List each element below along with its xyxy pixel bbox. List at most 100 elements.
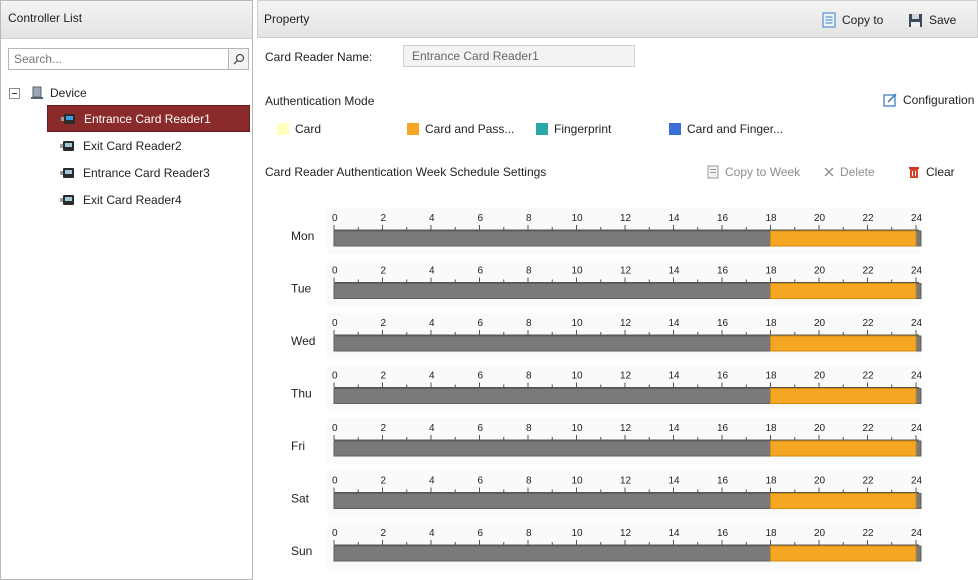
tree-item-label: Exit Card Reader2 [83,138,182,153]
tick-label: 2 [381,476,387,487]
legend-card[interactable]: Card [277,119,321,139]
tick-label: 10 [572,476,584,487]
schedule-row-thu[interactable]: Thu0 2 4 6 8 10 12 14 16 18 20 22 24 [291,365,923,412]
tick-label: 20 [814,476,826,487]
search-input[interactable] [8,48,229,70]
schedule-segment[interactable] [770,440,917,457]
tick-label: 12 [620,476,632,487]
tick-label: 22 [863,318,875,329]
legend-swatch [277,123,289,135]
tree-item-label: Entrance Card Reader3 [83,165,210,180]
edit-icon [883,93,897,107]
card-reader-icon [60,194,74,205]
tick-label: 10 [572,371,584,382]
tick-label: 0 [332,476,338,487]
copy-to-label: Copy to [842,13,884,27]
tick-label: 12 [620,213,632,224]
tree-item-exit-card-reader2[interactable]: Exit Card Reader2 [1,132,252,159]
tick-label: 18 [766,476,778,487]
schedule-segment[interactable] [770,545,917,562]
configuration-button[interactable]: Configuration [883,89,974,111]
tree-root-device[interactable]: Device [1,81,252,105]
day-label: Sat [291,492,310,506]
tick-label: 4 [429,371,435,382]
delete-button[interactable]: Delete [824,162,875,182]
tree-item-entrance-card-reader1[interactable]: Entrance Card Reader1 [47,105,250,132]
tick-label: 16 [717,528,729,539]
tick-label: 8 [526,266,532,277]
legend-card-and-password[interactable]: Card and Pass... [407,119,514,139]
legend-fingerprint[interactable]: Fingerprint [536,119,611,139]
schedule-row-wed[interactable]: Wed0 2 4 6 8 10 12 14 16 18 20 22 24 [291,313,923,359]
tick-label: 16 [717,371,729,382]
tick-label: 12 [620,423,632,434]
tick-label: 6 [478,528,484,539]
tree-root-label: Device [50,86,87,100]
schedule-segment[interactable] [770,388,917,404]
day-label: Sun [291,544,312,558]
card-reader-icon [61,113,75,124]
tick-label: 18 [766,213,778,224]
week-schedule[interactable]: Mon0 2 4 6 8 10 12 14 16 18 20 22 24Tue0 2 4 6 8 10 12 14 16… [257,205,957,575]
clear-label: Clear [926,165,955,179]
day-label: Mon [291,229,314,243]
card-reader-name-field[interactable]: Entrance Card Reader1 [403,45,635,67]
schedule-row-sat[interactable]: Sat0 2 4 6 8 10 12 14 16 18 20 22 24 [291,470,923,517]
tick-label: 16 [717,318,729,329]
schedule-row-mon[interactable]: Mon0 2 4 6 8 10 12 14 16 18 20 22 24 [291,208,923,254]
tick-label: 20 [814,213,826,224]
tick-label: 4 [429,213,435,224]
collapse-toggle[interactable] [9,87,20,99]
tick-label: 12 [620,318,632,329]
device-icon [31,86,43,99]
legend-card-and-fingerprint[interactable]: Card and Finger... [669,119,783,139]
save-button[interactable]: Save [908,10,956,30]
tick-label: 24 [911,266,923,277]
tick-label: 12 [620,266,632,277]
tick-label: 10 [572,318,584,329]
copy-to-week-button[interactable]: Copy to Week [707,162,800,182]
schedule-segment[interactable] [770,283,917,299]
device-tree: Device Entrance Card Reader1 Exit Card R… [1,81,252,213]
schedule-segment[interactable] [770,493,917,509]
legend-label: Card and Pass... [425,122,515,136]
copy-to-week-label: Copy to Week [725,165,801,179]
tick-label: 22 [863,213,875,224]
tree-item-label: Exit Card Reader4 [83,192,182,207]
schedule-row-sun[interactable]: Sun0 2 4 6 8 10 12 14 16 18 20 22 24 [291,523,923,569]
clear-button[interactable]: Clear [908,162,955,182]
search-box [8,48,249,70]
tree-item-exit-card-reader4[interactable]: Exit Card Reader4 [1,186,252,213]
tick-label: 8 [526,213,532,224]
tick-label: 14 [669,423,681,434]
copy-icon [822,12,836,28]
copy-to-button[interactable]: Copy to [822,10,883,30]
tree-item-entrance-card-reader3[interactable]: Entrance Card Reader3 [1,159,252,186]
tick-label: 8 [526,476,532,487]
tick-label: 16 [717,423,729,434]
card-reader-name-label: Card Reader Name: [265,50,373,64]
tick-label: 8 [526,423,532,434]
card-reader-icon [60,167,74,178]
schedule-row-fri[interactable]: Fri0 2 4 6 8 10 12 14 16 18 20 22 24 [291,418,923,464]
property-title: Property [264,12,310,26]
schedule-segment[interactable] [770,230,917,247]
tick-label: 2 [381,371,387,382]
tick-label: 6 [478,476,484,487]
save-icon [909,13,922,27]
tick-label: 2 [381,266,387,277]
tick-label: 18 [766,528,778,539]
property-header: Property Copy to Save [257,0,978,38]
tick-label: 14 [669,528,681,539]
card-reader-icon [60,140,74,151]
schedule-row-tue[interactable]: Tue0 2 4 6 8 10 12 14 16 18 20 22 24 [291,260,923,307]
tick-label: 12 [620,528,632,539]
legend-swatch [536,123,548,135]
tick-label: 18 [766,423,778,434]
schedule-segment[interactable] [770,335,917,352]
tick-label: 14 [669,371,681,382]
search-button[interactable] [229,48,249,70]
authentication-mode-label: Authentication Mode [265,94,375,108]
tick-label: 8 [526,371,532,382]
tick-label: 6 [478,318,484,329]
